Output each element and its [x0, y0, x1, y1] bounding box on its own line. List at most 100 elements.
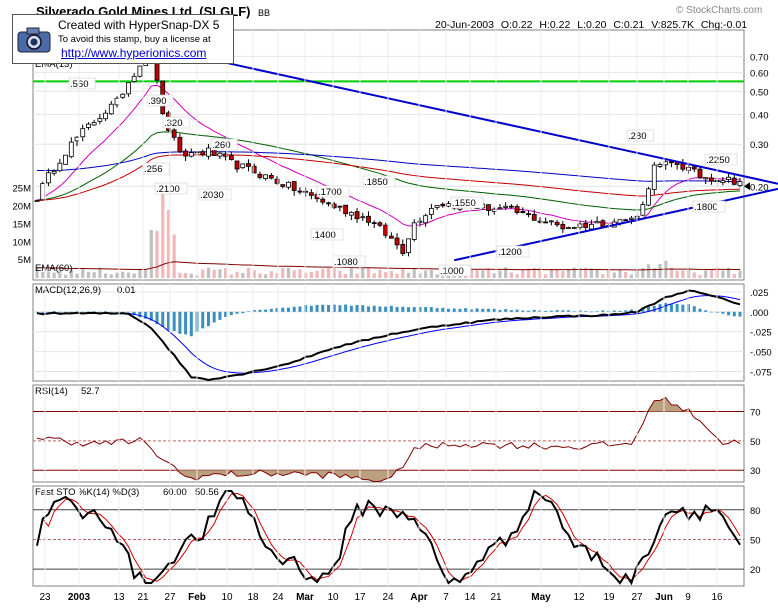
macd-histogram-bar: [315, 304, 319, 312]
volume-bar: [378, 269, 382, 278]
candle-body: [91, 122, 97, 126]
macd-histogram-bar: [64, 311, 68, 313]
price-annotation: .1800: [694, 202, 718, 213]
macd-histogram-bar: [527, 310, 531, 312]
volume-bar: [92, 272, 96, 278]
quote-low: 0.20: [586, 19, 607, 31]
x-tick-label: Jun: [655, 592, 673, 603]
macd-histogram-bar: [326, 305, 330, 312]
candle-body: [366, 215, 371, 223]
macd-histogram-bar: [475, 308, 479, 312]
volume-bar: [298, 269, 302, 278]
candle-body: [348, 212, 354, 216]
macd-histogram-bar: [447, 308, 451, 312]
candle-body: [86, 123, 91, 128]
macd-histogram-bar: [652, 305, 656, 312]
volume-bar: [675, 270, 679, 278]
macd-histogram-bar: [355, 305, 359, 312]
candle-body: [651, 164, 657, 190]
volume-tick-label: 25M: [13, 184, 32, 195]
macd-histogram-bar: [464, 308, 468, 312]
volume-bar: [361, 268, 365, 278]
candle-body: [554, 221, 560, 226]
macd-histogram-bar: [115, 311, 119, 313]
volume-bar: [178, 272, 182, 278]
candle-body: [297, 190, 303, 193]
price-annotation: .1080: [334, 257, 358, 268]
candle-body: [720, 180, 726, 184]
candle-body: [691, 166, 697, 170]
macd-histogram-bar: [584, 311, 588, 312]
volume-bar: [309, 271, 313, 278]
x-tick-label: 23: [39, 592, 51, 603]
macd-histogram-bar: [738, 311, 742, 317]
quote-volume: 825.7K: [661, 19, 694, 31]
volume-bar: [338, 270, 342, 278]
x-tick-label: 24: [272, 592, 284, 603]
volume-bar: [709, 269, 714, 278]
sto-tick-label: 50: [750, 535, 761, 546]
exchange-label: BB: [258, 8, 270, 18]
volume-bar: [121, 271, 125, 278]
stamp-line1: Created with HyperSnap-DX 5: [58, 18, 220, 32]
candle-body: [63, 154, 68, 165]
macd-histogram-bar: [681, 304, 685, 312]
volume-bar: [681, 270, 685, 278]
volume-bar: [281, 268, 285, 278]
volume-bar: [81, 267, 85, 278]
macd-histogram-bar: [458, 308, 462, 312]
x-tick-label: 2003: [68, 592, 91, 603]
volume-bar: [132, 273, 136, 278]
price-annotation: .1200: [498, 247, 522, 258]
macd-histogram-bar: [161, 311, 165, 327]
candle-body: [657, 163, 663, 167]
candle-body: [440, 203, 446, 207]
macd-histogram-bar: [492, 308, 496, 312]
macd-histogram-bar: [698, 308, 702, 312]
candle-body: [240, 163, 246, 169]
macd-histogram-bar: [504, 309, 508, 312]
quote-date: 20-Jun-2003: [435, 19, 494, 31]
macd-histogram-bar: [412, 307, 416, 312]
candle-body: [74, 136, 80, 142]
quote-readout: 20-Jun-2003 O:0.22 H:0.22 L:0.20 C:0.21 …: [435, 19, 747, 31]
candle-body: [446, 203, 451, 207]
candle-body: [120, 93, 126, 98]
sto-tick-label: 20: [750, 565, 761, 576]
price-annotation: .1700: [318, 187, 342, 198]
x-tick-label: 18: [247, 592, 259, 603]
candle-body: [514, 206, 520, 214]
stamp-link[interactable]: http://www.hyperionics.com: [61, 46, 206, 60]
volume-bar: [595, 269, 599, 278]
macd-histogram-bar: [344, 304, 348, 312]
rsi-label: RSI(14): [35, 386, 68, 397]
candle-body: [103, 112, 108, 120]
price-annotation: .2250: [706, 155, 730, 166]
volume-bar: [241, 272, 245, 278]
volume-bar: [555, 268, 559, 278]
macd-histogram-bar: [704, 310, 708, 312]
x-tick-label: Feb: [188, 592, 206, 603]
macd-histogram-bar: [572, 311, 576, 313]
candle-body: [383, 224, 389, 236]
x-tick-label: 14: [464, 592, 476, 603]
candle-body: [337, 205, 343, 208]
volume-bar: [206, 267, 211, 278]
price-annotation: .1400: [312, 230, 336, 241]
volume-bar: [349, 267, 353, 278]
candle-body: [520, 211, 526, 214]
camera-icon: [17, 27, 51, 53]
volume-bar: [492, 273, 496, 278]
candle-body: [543, 221, 549, 224]
rsi-tick-label: 70: [750, 407, 761, 418]
candle-body: [646, 188, 651, 206]
macd-histogram-bar: [395, 306, 399, 312]
candle-body: [497, 207, 503, 210]
candle-body: [669, 161, 674, 164]
candle-body: [40, 183, 46, 201]
macd-histogram-bar: [218, 311, 222, 320]
candle-body: [560, 224, 566, 230]
quote-change: -0.01: [723, 19, 747, 31]
volume-bar: [138, 268, 142, 278]
candle-body: [286, 181, 291, 188]
